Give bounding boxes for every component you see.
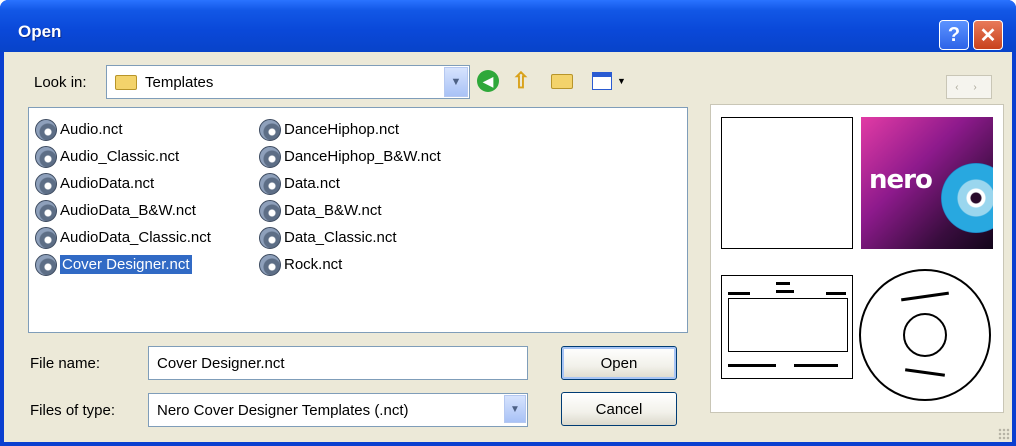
views-dropdown-arrow-icon[interactable]: ▼: [617, 76, 626, 86]
list-item[interactable]: Data.nct: [257, 170, 443, 197]
preview-thumbnail-blank[interactable]: [721, 117, 853, 249]
file-name: Data.nct: [284, 175, 340, 192]
disc-text-line: [901, 291, 949, 302]
list-item[interactable]: AudioData_B&W.nct: [33, 197, 213, 224]
inlay-text-line: [776, 290, 794, 293]
new-folder-icon[interactable]: [550, 69, 574, 93]
file-name-label: File name:: [30, 355, 101, 372]
template-file-icon: [259, 226, 281, 249]
look-in-dropdown[interactable]: Templates ▼: [106, 65, 470, 99]
file-name: AudioData.nct: [60, 175, 155, 192]
window-title: Open: [18, 22, 62, 41]
title-bar[interactable]: Open ? ✕: [0, 0, 1016, 52]
template-file-icon: [259, 118, 281, 141]
files-of-type-value: Nero Cover Designer Templates (.nct): [157, 401, 409, 419]
files-of-type-label: Files of type:: [30, 402, 116, 419]
inlay-text-line: [826, 292, 846, 295]
template-file-icon: [259, 145, 281, 168]
list-item[interactable]: AudioData.nct: [33, 170, 213, 197]
template-file-icon: [35, 118, 57, 141]
file-name-field[interactable]: Cover Designer.nct: [148, 346, 528, 380]
help-button[interactable]: ?: [939, 20, 969, 50]
file-name: AudioData_Classic.nct: [60, 229, 211, 246]
views-menu-icon[interactable]: [590, 69, 614, 93]
template-file-icon: [35, 199, 57, 222]
disc-hole: [903, 313, 947, 357]
preview-thumbnail-disc-label[interactable]: [859, 269, 991, 401]
template-file-icon: [259, 199, 281, 222]
template-file-icon: [35, 145, 57, 168]
inlay-text-line: [794, 364, 838, 367]
file-column-1: Audio.nct Audio_Classic.nct AudioData.nc…: [33, 116, 213, 278]
list-item[interactable]: Data_Classic.nct: [257, 224, 443, 251]
preview-thumbnail-inlay[interactable]: [721, 275, 853, 379]
look-in-label: Look in:: [34, 74, 87, 91]
file-name: Audio.nct: [60, 121, 123, 138]
open-dialog: Open ? ✕ Look in: Templates ▼ ◀ ⇧ ▼ Audi…: [0, 0, 1016, 446]
disc-text-line: [904, 368, 946, 377]
resize-grip-icon[interactable]: [998, 428, 1010, 440]
chevron-down-icon[interactable]: ▼: [504, 395, 526, 423]
file-name: AudioData_B&W.nct: [60, 202, 196, 219]
template-file-icon: [259, 253, 281, 276]
file-name: Data_Classic.nct: [284, 229, 397, 246]
template-file-icon: [35, 226, 57, 249]
list-item[interactable]: DanceHiphop_B&W.nct: [257, 143, 443, 170]
file-name: Data_B&W.nct: [284, 202, 382, 219]
file-name: DanceHiphop.nct: [284, 121, 400, 138]
inlay-text-line: [728, 364, 776, 367]
list-item[interactable]: Data_B&W.nct: [257, 197, 443, 224]
file-name: Audio_Classic.nct: [60, 148, 180, 165]
file-list[interactable]: Audio.nct Audio_Classic.nct AudioData.nc…: [28, 107, 688, 333]
list-item[interactable]: Audio.nct: [33, 116, 213, 143]
list-item-selected[interactable]: Cover Designer.nct: [33, 251, 213, 278]
cancel-button[interactable]: Cancel: [561, 392, 677, 426]
template-file-icon: [35, 172, 57, 195]
preview-thumbnail-nero-cover[interactable]: nero: [861, 117, 993, 249]
chevron-down-icon[interactable]: ▼: [444, 67, 468, 97]
dialog-body: Look in: Templates ▼ ◀ ⇧ ▼ Audio.nct Aud…: [4, 52, 1012, 442]
list-item[interactable]: AudioData_Classic.nct: [33, 224, 213, 251]
look-in-value: Templates: [145, 73, 214, 91]
file-name: Cover Designer.nct: [60, 255, 192, 274]
list-item[interactable]: Audio_Classic.nct: [33, 143, 213, 170]
list-item[interactable]: DanceHiphop.nct: [257, 116, 443, 143]
file-name: Rock.nct: [284, 256, 343, 273]
files-of-type-dropdown[interactable]: Nero Cover Designer Templates (.nct) ▼: [148, 393, 528, 427]
up-folder-icon[interactable]: ⇧: [509, 68, 533, 93]
cd-disc-icon: [941, 163, 993, 233]
nero-logo-text: nero: [869, 165, 933, 195]
list-item[interactable]: Rock.nct: [257, 251, 443, 278]
preview-nav-buttons[interactable]: ‹ ›: [946, 75, 992, 99]
template-preview-panel: nero: [710, 104, 1004, 413]
file-name: DanceHiphop_B&W.nct: [284, 148, 441, 165]
inlay-frame: [728, 298, 848, 352]
template-file-icon: [35, 253, 57, 276]
folder-icon: [115, 74, 137, 90]
back-icon[interactable]: ◀: [476, 69, 500, 93]
inlay-text-line: [728, 292, 750, 295]
file-column-2: DanceHiphop.nct DanceHiphop_B&W.nct Data…: [257, 116, 443, 278]
open-button[interactable]: Open: [561, 346, 677, 380]
close-button[interactable]: ✕: [973, 20, 1003, 50]
inlay-text-line: [776, 282, 790, 285]
template-file-icon: [259, 172, 281, 195]
